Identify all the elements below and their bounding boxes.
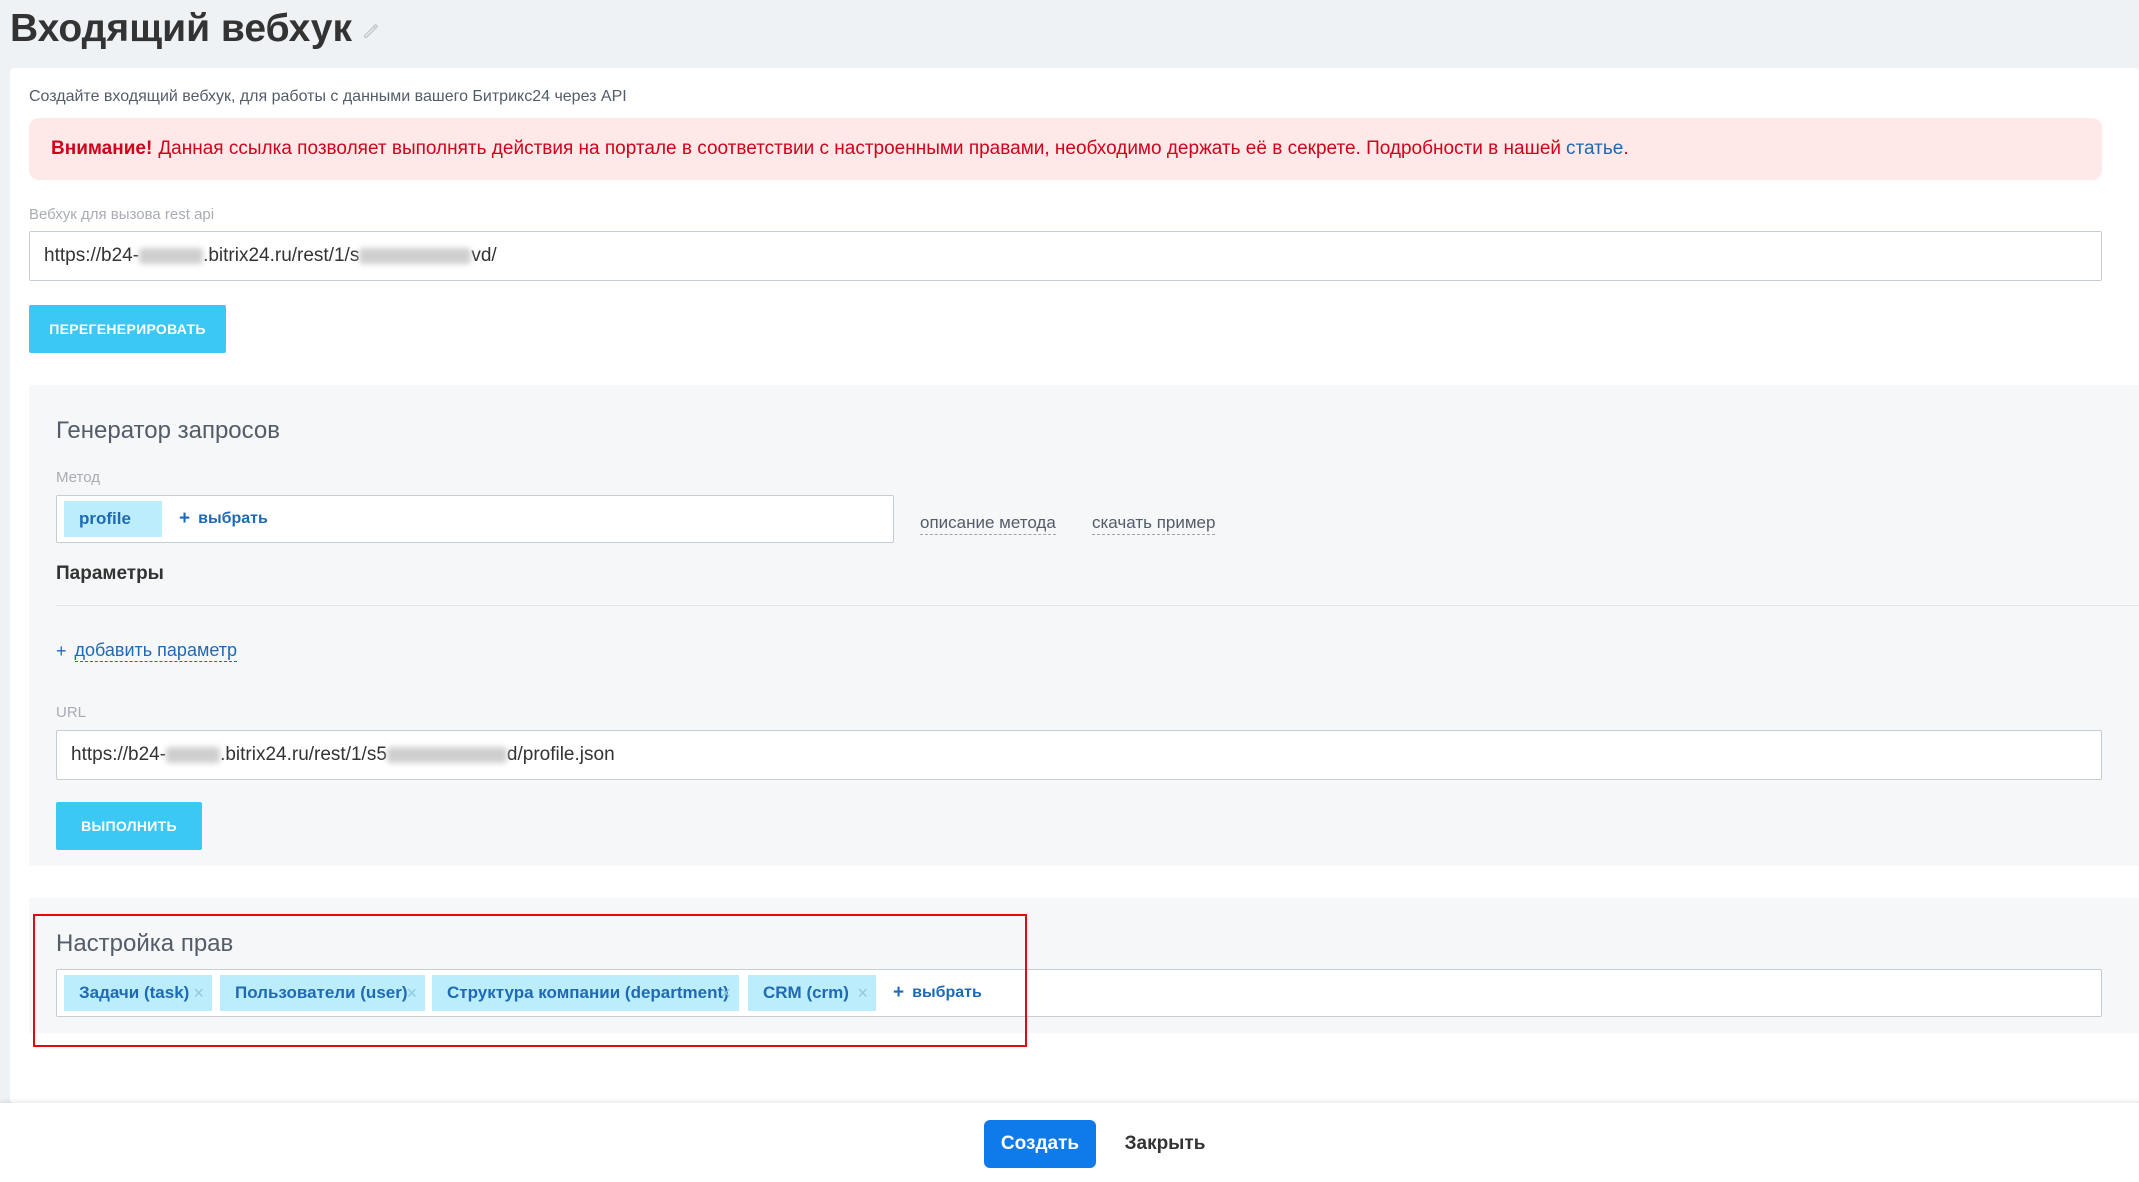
url-label: URL [56, 704, 87, 721]
method-selector[interactable]: profile + выбрать [56, 495, 894, 543]
method-description-link[interactable]: описание метода [920, 513, 1056, 535]
redacted-token [359, 248, 472, 264]
params-label: Параметры [56, 563, 164, 584]
create-button[interactable]: Создать [984, 1120, 1096, 1168]
request-url-prefix: https://b24- [71, 744, 167, 765]
webhook-url-suffix: vd/ [471, 245, 497, 266]
request-url-mid: .bitrix24.ru/rest/1/s5 [220, 744, 387, 765]
add-param-link[interactable]: + добавить параметр [56, 640, 237, 662]
plus-icon: + [179, 508, 191, 529]
request-url-field[interactable]: https://b24- .bitrix24.ru/rest/1/s5 d/pr… [56, 730, 2102, 780]
permissions-highlight-frame [33, 914, 1027, 1047]
params-divider [56, 605, 2139, 606]
download-example-link[interactable]: скачать пример [1092, 513, 1216, 535]
redacted-token [386, 747, 507, 763]
request-generator-section [29, 385, 2139, 866]
warning-alert: Внимание! Данная ссылка позволяет выполн… [29, 118, 2102, 180]
alert-trail: . [1623, 138, 1629, 159]
generator-title: Генератор запросов [56, 417, 281, 444]
method-choose-label: выбрать [198, 510, 268, 527]
alert-strong: Внимание! [51, 138, 153, 159]
add-param-label: добавить параметр [74, 640, 237, 662]
method-label: Метод [56, 469, 100, 486]
plus-icon: + [56, 640, 67, 661]
alert-text: Данная ссылка позволяет выполнять действ… [158, 138, 1562, 159]
redacted-portal [139, 248, 204, 264]
redacted-portal [166, 747, 221, 763]
pencil-icon[interactable] [362, 22, 380, 40]
intro-subtitle: Создайте входящий вебхук, для работы с д… [29, 88, 627, 105]
method-chip[interactable]: profile [64, 501, 162, 537]
webhook-url-prefix: https://b24- [44, 245, 140, 266]
request-url-suffix: d/profile.json [506, 744, 615, 765]
webhook-label: Вебхук для вызова rest api [29, 206, 215, 223]
page-title-text: Входящий вебхук [10, 7, 353, 50]
regenerate-button[interactable]: ПЕРЕГЕНЕРИРОВАТЬ [29, 305, 226, 353]
page-title: Входящий вебхук [10, 6, 380, 52]
close-button[interactable]: Закрыть [1115, 1120, 1215, 1168]
method-choose-button[interactable]: + выбрать [179, 496, 268, 542]
webhook-url-field[interactable]: https://b24- .bitrix24.ru/rest/1/s vd/ [29, 231, 2102, 281]
method-chip-label: profile [79, 509, 131, 528]
alert-article-link[interactable]: статье [1566, 138, 1623, 160]
webhook-url-mid: .bitrix24.ru/rest/1/s [203, 245, 360, 266]
execute-button[interactable]: ВЫПОЛНИТЬ [56, 802, 202, 850]
